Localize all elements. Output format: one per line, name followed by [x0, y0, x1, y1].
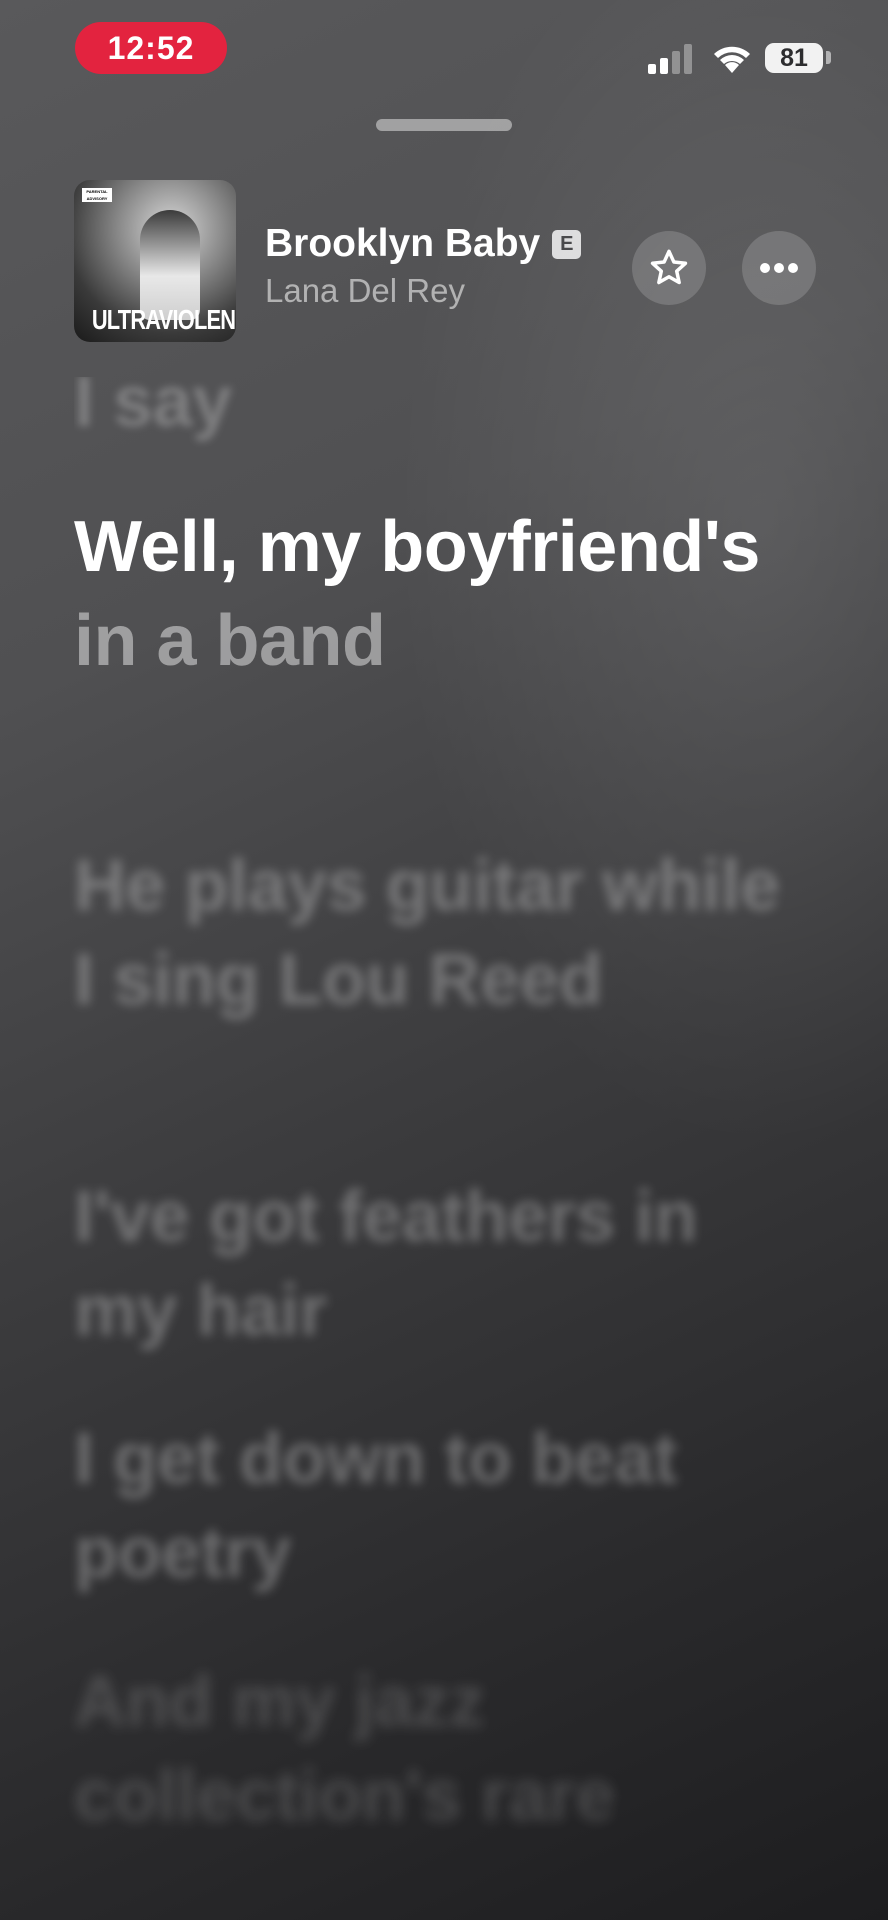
lyric-line[interactable]: I get down to beat poetry — [74, 1412, 814, 1600]
sheet-grabber[interactable] — [376, 119, 512, 131]
parental-advisory-label: PARENTAL ADVISORY — [82, 188, 112, 202]
battery-icon: 81 — [765, 43, 823, 73]
lyric-line-current[interactable]: Well, my boyfriend's in a band — [74, 500, 814, 688]
status-time[interactable]: 12:52 — [75, 22, 227, 74]
lyric-line[interactable]: I've got feathers in my hair — [74, 1170, 814, 1358]
lyric-sung-part: Well, my boyfriend's — [74, 507, 760, 587]
favorite-button[interactable] — [632, 231, 706, 305]
more-options-button[interactable] — [742, 231, 816, 305]
wifi-icon — [714, 46, 750, 73]
signal-icon — [648, 44, 692, 74]
more-icon — [760, 263, 798, 273]
song-title-row[interactable]: Brooklyn Baby E — [265, 222, 582, 266]
battery-level: 81 — [780, 43, 808, 72]
status-bar: 12:52 81 — [0, 0, 888, 100]
lyric-line[interactable]: He plays guitar while I sing Lou Reed — [74, 839, 814, 1027]
star-icon — [650, 249, 688, 285]
lyric-line[interactable]: And my jazz collection's rare — [74, 1655, 814, 1843]
status-time-text: 12:52 — [107, 29, 195, 66]
album-art-title: ULTRAVIOLENCE — [91, 304, 236, 335]
artist-name[interactable]: Lana Del Rey — [265, 272, 465, 310]
lyric-line-previous[interactable]: I say — [74, 377, 814, 449]
album-artwork[interactable]: PARENTAL ADVISORY ULTRAVIOLENCE — [74, 180, 236, 342]
explicit-badge: E — [552, 229, 582, 259]
song-title: Brooklyn Baby — [265, 222, 541, 265]
lyric-upcoming-part: in a band — [74, 601, 386, 681]
battery-nub — [826, 51, 831, 64]
